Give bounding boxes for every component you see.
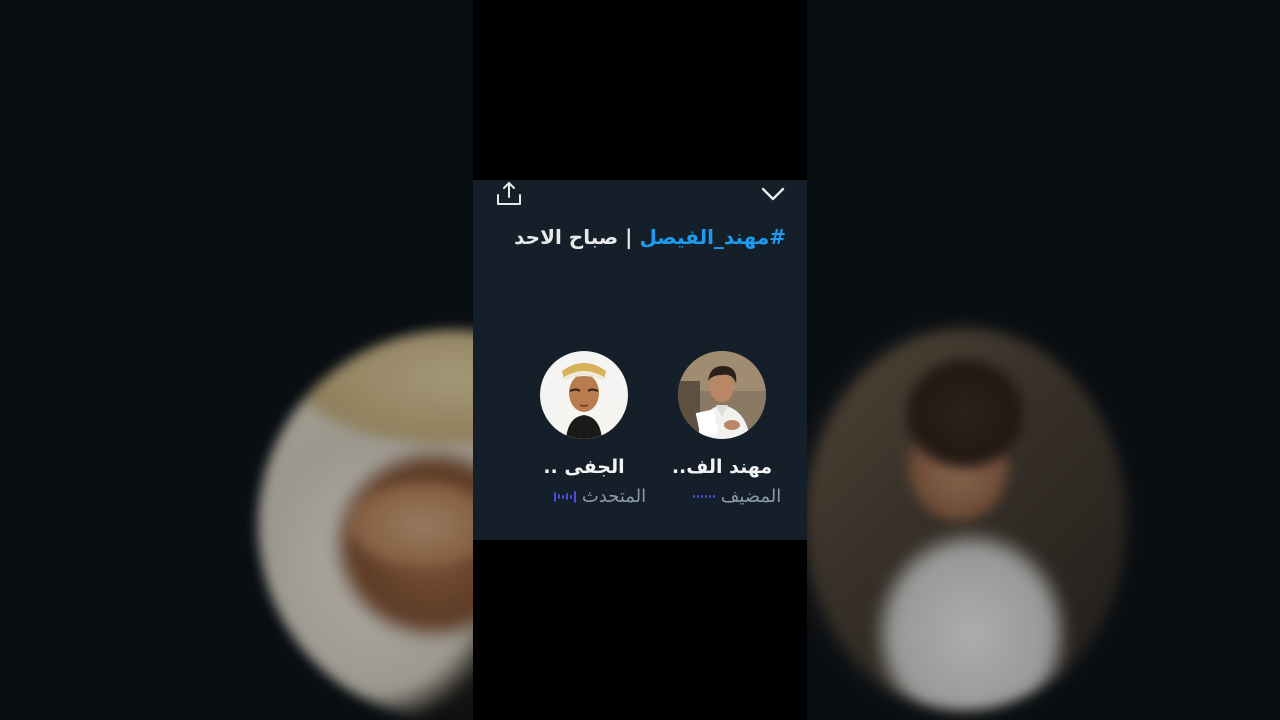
speaker-role-label: المتحدث bbox=[581, 486, 647, 507]
collapse-button[interactable] bbox=[758, 179, 788, 209]
speaker-name: الجفى .. bbox=[543, 456, 625, 478]
share-upload-icon bbox=[497, 182, 521, 205]
background-dim bbox=[0, 0, 473, 720]
space-title: #مهند_الفيصل | صباح الاحد bbox=[514, 225, 786, 249]
audio-wave-icon bbox=[692, 489, 715, 505]
host-avatar-image bbox=[678, 351, 766, 439]
blurred-background-left bbox=[0, 0, 473, 720]
space-title-hashtag[interactable]: #مهند_الفيصل bbox=[639, 225, 786, 249]
host-role-row: المضيف bbox=[667, 486, 807, 507]
share-button[interactable] bbox=[494, 179, 524, 209]
speaker-role-row: المتحدث bbox=[530, 486, 670, 507]
host-name: مهند الف.. bbox=[671, 456, 773, 478]
background-dim bbox=[807, 0, 1280, 720]
speaker-avatar[interactable] bbox=[540, 351, 628, 439]
space-title-separator: | bbox=[618, 225, 640, 249]
chevron-down-icon bbox=[761, 187, 785, 201]
host-role-label: المضيف bbox=[720, 486, 782, 507]
host-avatar[interactable] bbox=[678, 351, 766, 439]
blurred-background-right bbox=[807, 0, 1280, 720]
space-title-text: صباح الاحد bbox=[514, 225, 619, 249]
speaker-avatar-image bbox=[540, 351, 628, 439]
audio-wave-icon bbox=[553, 489, 576, 505]
